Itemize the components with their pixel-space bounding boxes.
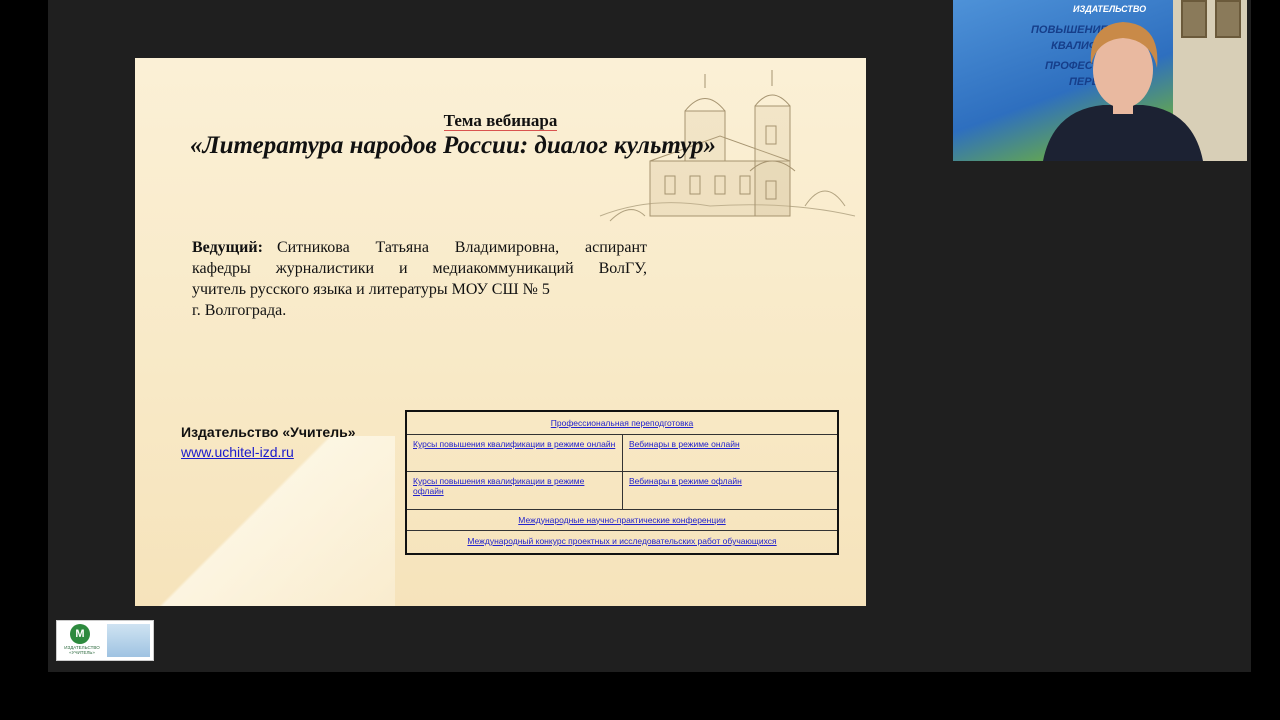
links-cell: Вебинары в режиме онлайн	[622, 434, 837, 471]
contest-link[interactable]: Международный конкурс проектных и исслед…	[467, 536, 776, 546]
links-cell: Курсы повышения квалификации в режиме он…	[407, 434, 622, 471]
publisher-logo: М ИЗДАТЕЛЬСТВО «УЧИТЕЛЬ»	[56, 620, 154, 661]
services-links-table: Профессиональная переподготовка Курсы по…	[405, 410, 839, 555]
logo-caption: ИЗДАТЕЛЬСТВО «УЧИТЕЛЬ»	[64, 645, 100, 655]
presenter-figure	[1043, 22, 1203, 161]
church-sketch-illustration	[599, 70, 856, 222]
host-label: Ведущий:	[192, 239, 263, 256]
host-info: Ведущий: Ситникова Татьяна Владимировна,…	[192, 237, 647, 321]
webcam-video: ИЗДАТЕЛЬСТВО ПОВЫШЕНИЕ КВАЛИФ ПРОФЕССИО …	[953, 0, 1247, 161]
publisher-website-link[interactable]: www.uchitel-izd.ru	[181, 444, 356, 460]
links-row-online: Курсы повышения квалификации в режиме он…	[407, 434, 837, 472]
links-cell: Вебинары в режиме офлайн	[622, 471, 837, 509]
links-row-retraining: Профессиональная переподготовка	[407, 412, 837, 435]
courses-offline-link[interactable]: Курсы повышения квалификации в режиме оф…	[413, 476, 584, 496]
links-cell: Курсы повышения квалификации в режиме оф…	[407, 471, 622, 509]
retraining-link[interactable]: Профессиональная переподготовка	[551, 418, 693, 428]
world-map-icon	[107, 624, 150, 657]
webinars-online-link[interactable]: Вебинары в режиме онлайн	[629, 439, 740, 449]
conferences-link[interactable]: Международные научно-практические конфер…	[518, 515, 725, 525]
publisher-block: Издательство «Учитель» www.uchitel-izd.r…	[181, 424, 356, 460]
publisher-name: Издательство «Учитель»	[181, 424, 356, 440]
links-row-conferences: Международные научно-практические конфер…	[407, 509, 837, 531]
webinar-topic-label: Тема вебинара	[443, 111, 558, 131]
wall-frame	[1215, 0, 1241, 38]
webinars-offline-link[interactable]: Вебинары в режиме офлайн	[629, 476, 742, 486]
slide-corner-decoration	[135, 436, 395, 606]
host-line-2: кафедры журналистики и медиакоммуникаций…	[192, 260, 647, 277]
host-name-line: Ситникова Татьяна Владимировна, аспирант	[276, 239, 647, 256]
slide: Тема вебинара «Литература народов России…	[135, 58, 866, 606]
logo-emblem-icon: М	[70, 624, 90, 644]
host-line-3: учитель русского языка и литературы МОУ …	[192, 281, 550, 298]
links-row-contest: Международный конкурс проектных и исслед…	[407, 530, 837, 552]
courses-online-link[interactable]: Курсы повышения квалификации в режиме он…	[413, 439, 615, 449]
links-row-offline: Курсы повышения квалификации в режиме оф…	[407, 471, 837, 510]
webinar-title: «Литература народов России: диалог культ…	[190, 132, 716, 159]
host-line-4: г. Волгограда.	[192, 302, 287, 319]
